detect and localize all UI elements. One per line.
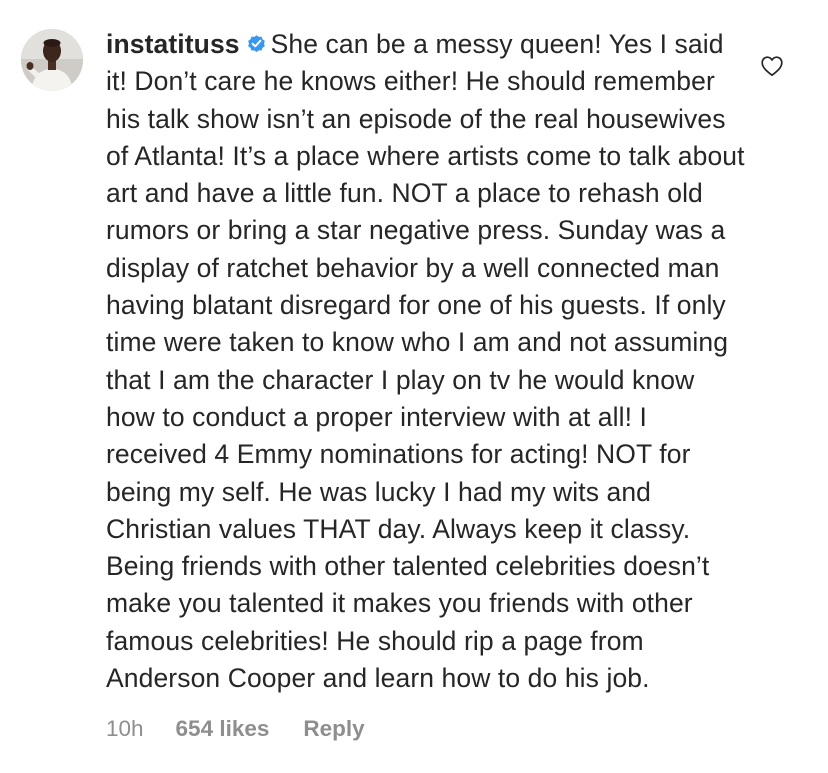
- comment-timestamp: 10h: [106, 716, 144, 741]
- avatar-image: [21, 29, 83, 91]
- heart-outline-icon[interactable]: [760, 55, 784, 77]
- comment-item: instatituss She can be a messy queen! Yes…: [0, 0, 828, 773]
- username-link[interactable]: instatituss: [106, 29, 240, 59]
- verified-badge-icon: [247, 35, 265, 52]
- comment-meta: 10h 654 likes Reply: [106, 716, 365, 742]
- comment-body: She can be a messy queen! Yes I said it!…: [106, 29, 745, 694]
- avatar[interactable]: [21, 29, 83, 91]
- likes-count-link[interactable]: 654 likes: [176, 716, 270, 742]
- comment-text: instatituss She can be a messy queen! Yes…: [106, 26, 746, 697]
- reply-button[interactable]: Reply: [303, 716, 364, 742]
